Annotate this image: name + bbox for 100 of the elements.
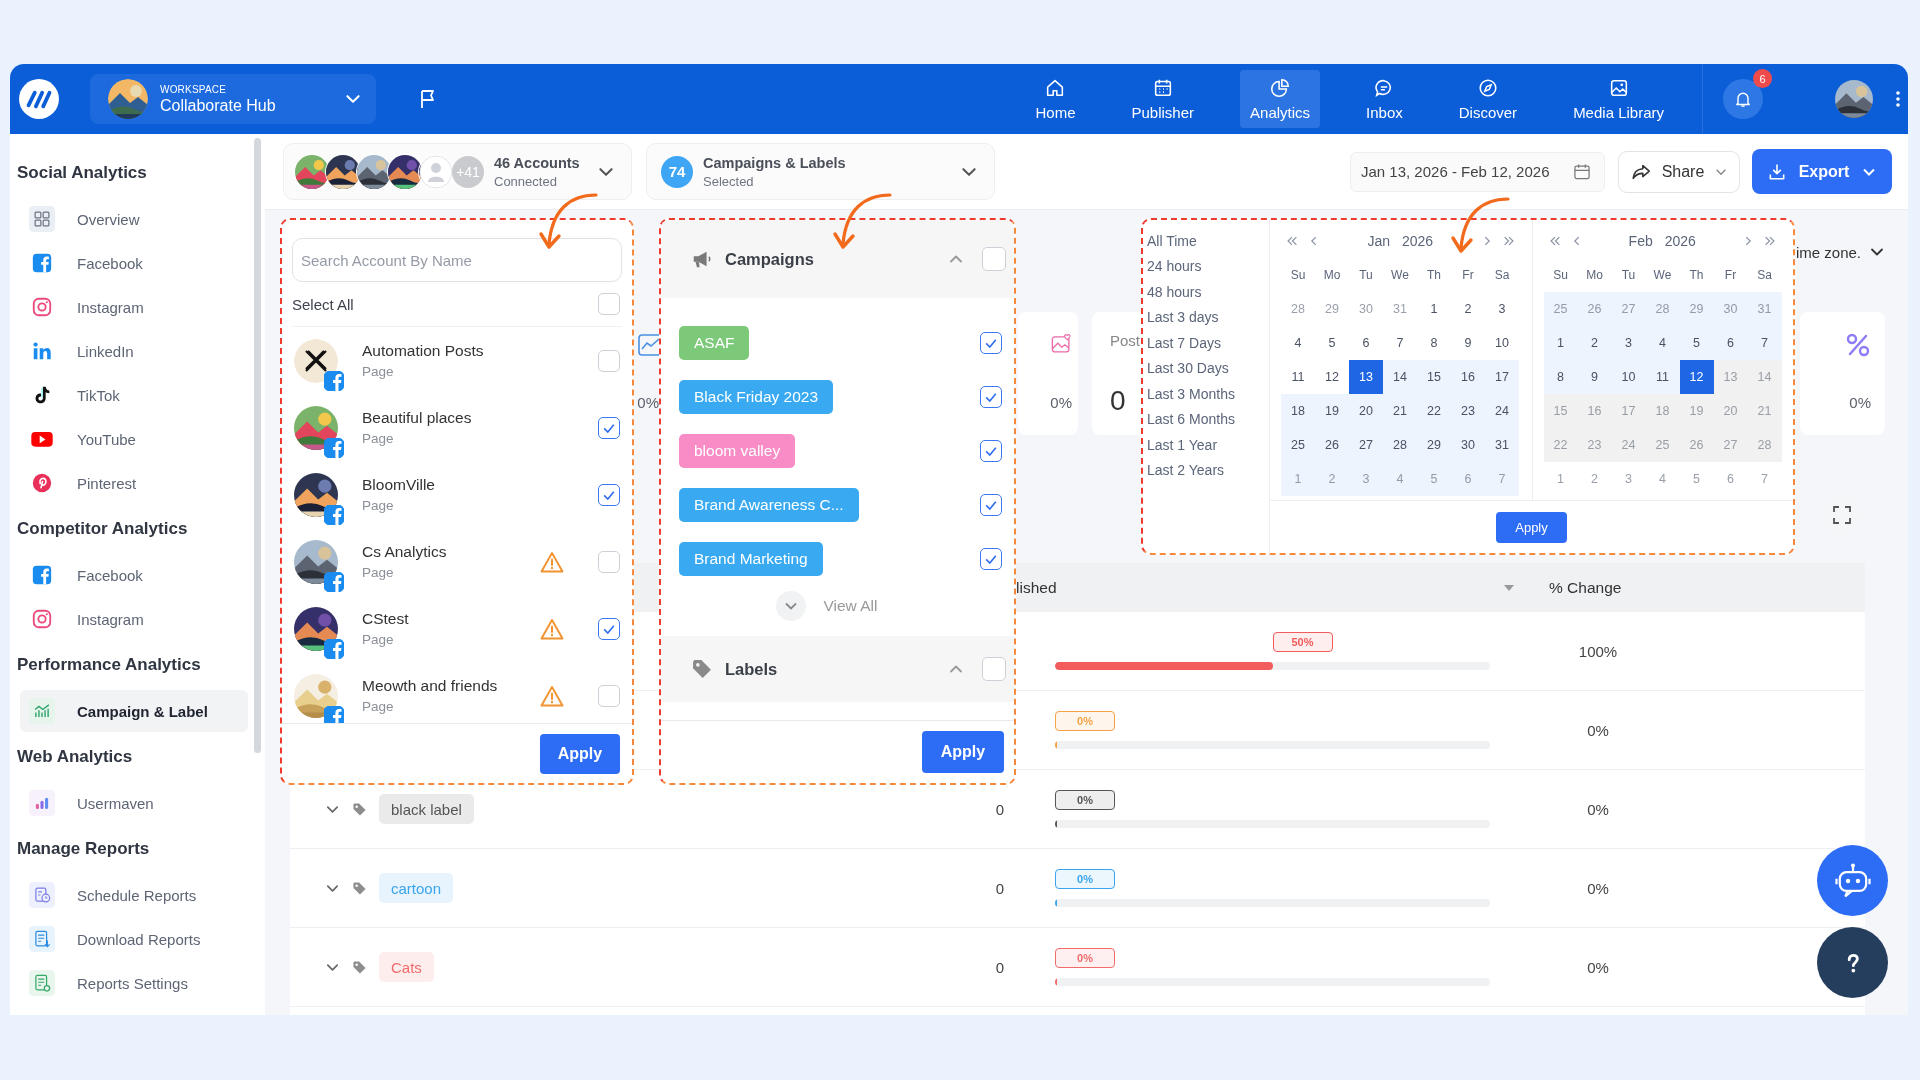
checkbox[interactable]: [980, 494, 1002, 516]
calendar-day[interactable]: 6: [1349, 326, 1383, 360]
sidebar-item[interactable]: Download Reports: [20, 918, 248, 960]
calendar-day[interactable]: 16: [1451, 360, 1485, 394]
calendar-day[interactable]: 8: [1417, 326, 1451, 360]
calendar-day[interactable]: 20: [1349, 394, 1383, 428]
nav-tab[interactable]: Analytics: [1240, 70, 1321, 128]
calendar-day[interactable]: 11: [1645, 360, 1680, 394]
export-button[interactable]: Export: [1752, 149, 1892, 194]
date-preset[interactable]: Last 30 Days: [1147, 355, 1229, 381]
calendar-day[interactable]: 19: [1315, 394, 1349, 428]
sidebar-item[interactable]: Instagram: [20, 598, 248, 640]
sidebar-item[interactable]: Usermaven: [20, 782, 248, 824]
calendar-day[interactable]: 3: [1611, 326, 1646, 360]
month-label[interactable]: Feb: [1628, 233, 1653, 249]
calendar-day[interactable]: 22: [1417, 394, 1451, 428]
sidebar-item[interactable]: Reports Settings: [20, 962, 248, 1004]
apply-button[interactable]: Apply: [1496, 511, 1567, 543]
column-header[interactable]: % Change: [1549, 578, 1622, 597]
apply-button[interactable]: Apply: [922, 731, 1004, 773]
checkbox[interactable]: [598, 416, 620, 439]
calendar-day[interactable]: 1: [1543, 326, 1578, 360]
date-preset[interactable]: Last 6 Months: [1147, 406, 1235, 432]
checkbox[interactable]: [980, 332, 1002, 354]
calendar-day[interactable]: 31: [1485, 428, 1519, 462]
calendar-day[interactable]: 3: [1485, 292, 1519, 326]
calendar-day[interactable]: 12: [1679, 360, 1714, 394]
calendar-day[interactable]: 26: [1315, 428, 1349, 462]
date-preset[interactable]: Last 7 Days: [1147, 330, 1221, 356]
sidebar-item[interactable]: Overview: [20, 198, 248, 240]
nav-tab[interactable]: Home: [1025, 70, 1086, 128]
checkbox[interactable]: [980, 386, 1002, 408]
column-header[interactable]: lished: [1016, 578, 1057, 597]
calendar-day[interactable]: 6: [1713, 326, 1748, 360]
sidebar-item[interactable]: Campaign & Label: [20, 690, 248, 732]
calendar-day[interactable]: 27: [1349, 428, 1383, 462]
checkbox[interactable]: [980, 440, 1002, 462]
chevron-down-icon[interactable]: [775, 591, 806, 621]
sidebar-item[interactable]: Facebook: [20, 242, 248, 284]
campaigns-selector[interactable]: 74 Campaigns & Labels Selected: [646, 143, 995, 200]
calendar-day[interactable]: 7: [1383, 326, 1417, 360]
year-label[interactable]: 2026: [1664, 233, 1696, 249]
sidebar-item[interactable]: Pinterest: [20, 462, 248, 504]
logo-icon[interactable]: [18, 78, 60, 120]
calendar-day[interactable]: 4: [1281, 326, 1315, 360]
year-label[interactable]: 2026: [1401, 233, 1434, 249]
date-preset[interactable]: Last 2 Years: [1147, 457, 1225, 483]
date-preset[interactable]: All Time: [1147, 228, 1197, 254]
more-icon[interactable]: [1895, 89, 1901, 109]
calendar-day[interactable]: 18: [1281, 394, 1315, 428]
sidebar-item[interactable]: TikTok: [20, 374, 248, 416]
nav-tab[interactable]: Discover: [1448, 70, 1528, 128]
calendar-day[interactable]: 9: [1577, 360, 1612, 394]
calendar-day[interactable]: 24: [1485, 394, 1519, 428]
sort-icon[interactable]: [1504, 584, 1514, 591]
checkbox[interactable]: [980, 548, 1002, 570]
calendar-day[interactable]: 21: [1383, 394, 1417, 428]
calendar-day[interactable]: 30: [1451, 428, 1485, 462]
date-preset[interactable]: Last 3 Months: [1147, 381, 1235, 407]
sidebar-item[interactable]: YouTube: [20, 418, 248, 460]
calendar-day[interactable]: 2: [1451, 292, 1485, 326]
calendar-day[interactable]: 25: [1281, 428, 1315, 462]
checkbox[interactable]: [598, 617, 620, 640]
double-chevron-right-icon[interactable]: [1763, 234, 1777, 248]
calendar-day[interactable]: 8: [1543, 360, 1578, 394]
calendar-day[interactable]: 7: [1747, 326, 1782, 360]
scrollbar[interactable]: [254, 138, 261, 753]
sidebar-item[interactable]: Instagram: [20, 286, 248, 328]
month-label[interactable]: Jan: [1367, 233, 1390, 249]
search-field[interactable]: Search Account By Name: [292, 238, 622, 282]
workspace-switcher[interactable]: WORKSPACE Collaborate Hub: [90, 74, 376, 124]
date-preset[interactable]: 48 hours: [1147, 279, 1202, 305]
calendar-day[interactable]: 29: [1417, 428, 1451, 462]
calendar-day[interactable]: 9: [1451, 326, 1485, 360]
calendar-day[interactable]: 5: [1679, 326, 1714, 360]
calendar-day[interactable]: 14: [1383, 360, 1417, 394]
calendar-day[interactable]: 12: [1315, 360, 1349, 394]
checkbox[interactable]: [598, 483, 620, 506]
calendar-day[interactable]: 28: [1383, 428, 1417, 462]
calendar-day[interactable]: 15: [1417, 360, 1451, 394]
calendar-day[interactable]: 17: [1485, 360, 1519, 394]
apply-button[interactable]: Apply: [540, 733, 620, 774]
calendar-day[interactable]: 5: [1315, 326, 1349, 360]
share-button[interactable]: Share: [1618, 150, 1740, 193]
calendar-day[interactable]: 4: [1645, 326, 1680, 360]
sidebar-item[interactable]: Schedule Reports: [20, 874, 248, 916]
calendar-day[interactable]: 13: [1349, 360, 1383, 394]
calendar-day[interactable]: 11: [1281, 360, 1315, 394]
sidebar-item[interactable]: Facebook: [20, 554, 248, 596]
calendar-day[interactable]: 23: [1451, 394, 1485, 428]
date-preset[interactable]: Last 1 Year: [1147, 432, 1218, 458]
date-range-field[interactable]: Jan 13, 2026 - Feb 12, 2026: [1350, 151, 1605, 192]
calendar-day[interactable]: 10: [1485, 326, 1519, 360]
nav-tab[interactable]: Inbox: [1356, 70, 1413, 128]
double-chevron-right-icon[interactable]: [1501, 234, 1516, 248]
date-preset[interactable]: 24 hours: [1147, 253, 1202, 279]
calendar-day[interactable]: 1: [1417, 292, 1451, 326]
nav-tab[interactable]: Publisher: [1121, 70, 1205, 128]
date-preset[interactable]: Last 3 days: [1147, 304, 1219, 330]
sidebar-item[interactable]: LinkedIn: [20, 330, 248, 372]
